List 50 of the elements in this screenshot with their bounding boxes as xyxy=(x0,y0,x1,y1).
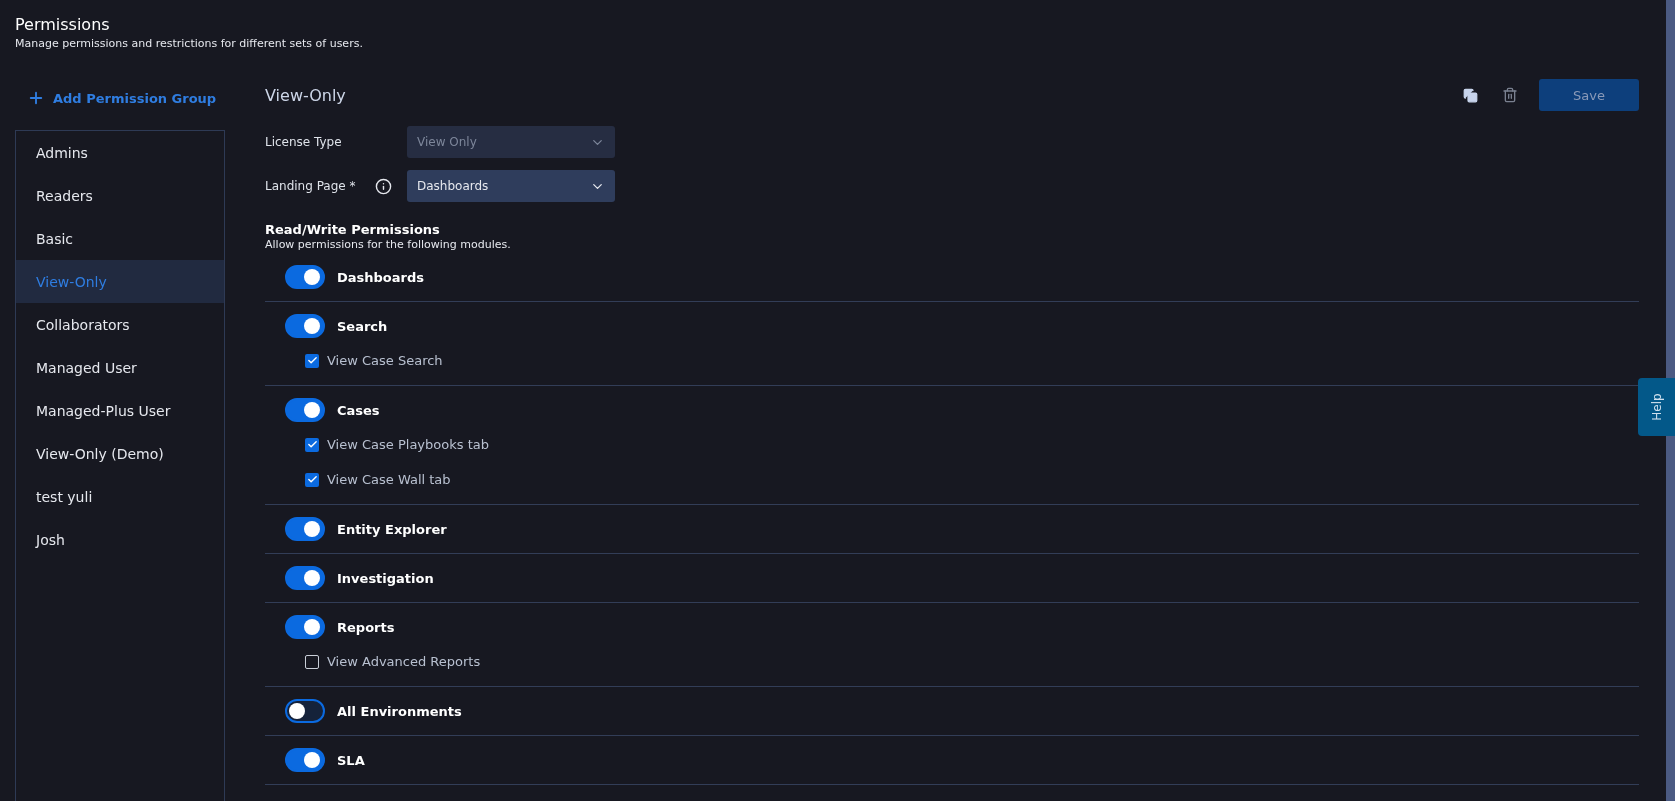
group-item[interactable]: View-Only (Demo) xyxy=(16,432,224,475)
option-label: View Case Wall tab xyxy=(327,472,451,487)
plus-icon xyxy=(27,89,45,107)
page-subtitle: Manage permissions and restrictions for different sets of users. xyxy=(15,36,364,52)
section-title: Read/Write Permissions xyxy=(265,222,441,237)
group-item[interactable]: Readers xyxy=(16,174,224,217)
toggle-switch[interactable] xyxy=(285,566,325,590)
toggle-switch[interactable] xyxy=(285,314,325,338)
module-name: Entity Explorer xyxy=(337,521,447,537)
checkbox[interactable] xyxy=(305,654,319,669)
dropdown-field[interactable]: Dashboards xyxy=(407,170,615,202)
option-label: View Advanced Reports xyxy=(327,654,481,669)
copy-icon xyxy=(1462,87,1478,103)
module-name: All Environments xyxy=(337,703,462,719)
toggle-switch[interactable] xyxy=(285,265,325,289)
module-name: Cases xyxy=(337,402,380,418)
group-item[interactable]: Managed User xyxy=(16,346,224,389)
group-item[interactable]: Admins xyxy=(16,131,224,174)
group-item[interactable]: Josh xyxy=(16,518,224,561)
checkbox[interactable] xyxy=(305,437,319,452)
group-item[interactable]: View-Only xyxy=(16,260,224,303)
module-name: Search xyxy=(337,318,388,334)
toggle-switch[interactable] xyxy=(285,615,325,639)
toggle-switch[interactable] xyxy=(285,398,325,422)
group-item[interactable]: Basic xyxy=(16,217,224,260)
info-icon[interactable] xyxy=(375,177,392,195)
module-name: Reports xyxy=(337,619,395,635)
field-label: Landing Page * xyxy=(265,179,357,193)
option-label: View Case Playbooks tab xyxy=(327,437,489,452)
add-permission-group-button[interactable]: Add Permission Group xyxy=(15,78,225,118)
toggle-switch[interactable] xyxy=(285,517,325,541)
group-item[interactable]: Managed-Plus User xyxy=(16,389,224,432)
section-subtitle: Allow permissions for the following modules. xyxy=(265,238,512,251)
toggle-switch[interactable] xyxy=(285,699,325,723)
group-title: View-Only xyxy=(265,85,347,105)
checkbox[interactable] xyxy=(305,472,319,487)
field-label: License Type xyxy=(265,135,343,149)
page-title: Permissions xyxy=(15,14,111,36)
trash-icon xyxy=(1502,87,1518,103)
module-name: Investigation xyxy=(337,570,434,586)
toggle-switch[interactable] xyxy=(285,748,325,772)
group-item[interactable]: test yuli xyxy=(16,475,224,518)
module-name: SLA xyxy=(337,752,365,768)
scrollbar[interactable] xyxy=(1666,0,1675,801)
help-tab[interactable]: Help xyxy=(1638,378,1675,436)
group-item[interactable]: Collaborators xyxy=(16,303,224,346)
checkbox[interactable] xyxy=(305,353,319,368)
option-label: View Case Search xyxy=(327,353,443,368)
module-name: Dashboards xyxy=(337,269,425,285)
save-button[interactable]: Save xyxy=(1539,79,1639,111)
